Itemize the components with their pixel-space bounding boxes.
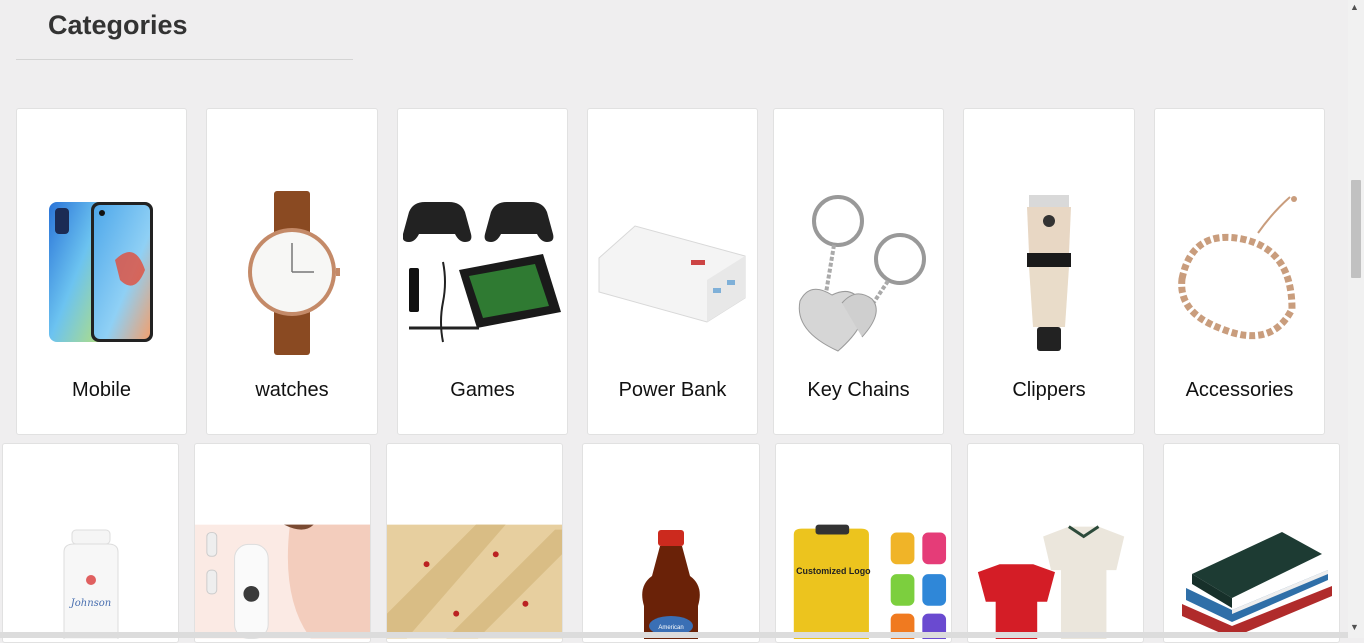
mobile-phone-image (17, 189, 186, 357)
syrup-bottle-image: American (583, 524, 759, 639)
football-jerseys-image (968, 524, 1143, 639)
category-card-watches[interactable]: watches (206, 108, 378, 435)
category-label: Accessories (1185, 379, 1294, 401)
backpacks-image: Customized Logo (776, 524, 951, 639)
horizontal-scroll-track (0, 632, 1348, 638)
scrollbar-thumb[interactable] (1351, 180, 1361, 278)
scroll-down-arrow-icon[interactable]: ▼ (1350, 622, 1359, 632)
category-card-power-bank[interactable]: Power Bank (587, 108, 758, 435)
pore-vacuum-image (195, 524, 370, 639)
category-label: Mobile (72, 379, 131, 401)
hair-clipper-image (964, 189, 1134, 357)
category-card-key-chains[interactable]: Key Chains (773, 108, 944, 435)
heading-divider (16, 59, 353, 60)
category-card-clippers[interactable]: Clippers (963, 108, 1135, 435)
category-label: watches (255, 379, 329, 401)
category-card-football-jerseys[interactable] (967, 443, 1144, 643)
bracelet-image (1155, 189, 1324, 357)
books-image (1164, 524, 1339, 639)
category-card-pore-vacuum[interactable] (194, 443, 371, 643)
category-card-games[interactable]: Games (397, 108, 568, 435)
svg-text:Johnson: Johnson (68, 598, 111, 609)
category-label: Games (450, 379, 515, 401)
category-label: Clippers (1012, 379, 1086, 401)
backpack-label-text: Customized Logo (796, 566, 871, 576)
key-chain-image (774, 189, 943, 357)
game-console-image (398, 189, 567, 357)
vertical-scrollbar[interactable]: ▲ ▼ (1348, 0, 1364, 638)
scroll-up-arrow-icon[interactable]: ▲ (1350, 2, 1359, 12)
category-card-accessories[interactable]: Accessories (1154, 108, 1325, 435)
category-card-mobile[interactable]: Mobile (16, 108, 187, 435)
category-card-baby-powder[interactable]: Johnson (2, 443, 179, 643)
category-label: Power Bank (618, 379, 727, 401)
page-title: Categories (48, 10, 188, 40)
category-card-backpacks[interactable]: Customized Logo (775, 443, 952, 643)
bottle-label-text: American (658, 625, 683, 631)
gift-wrap-image (387, 524, 562, 639)
category-card-books[interactable] (1163, 443, 1340, 643)
category-card-syrup[interactable]: American (582, 443, 760, 643)
category-card-gift-wrap[interactable] (386, 443, 563, 643)
power-bank-image (588, 189, 757, 357)
watch-image (207, 189, 377, 357)
baby-powder-image: Johnson (3, 524, 178, 639)
category-label: Key Chains (807, 379, 910, 401)
